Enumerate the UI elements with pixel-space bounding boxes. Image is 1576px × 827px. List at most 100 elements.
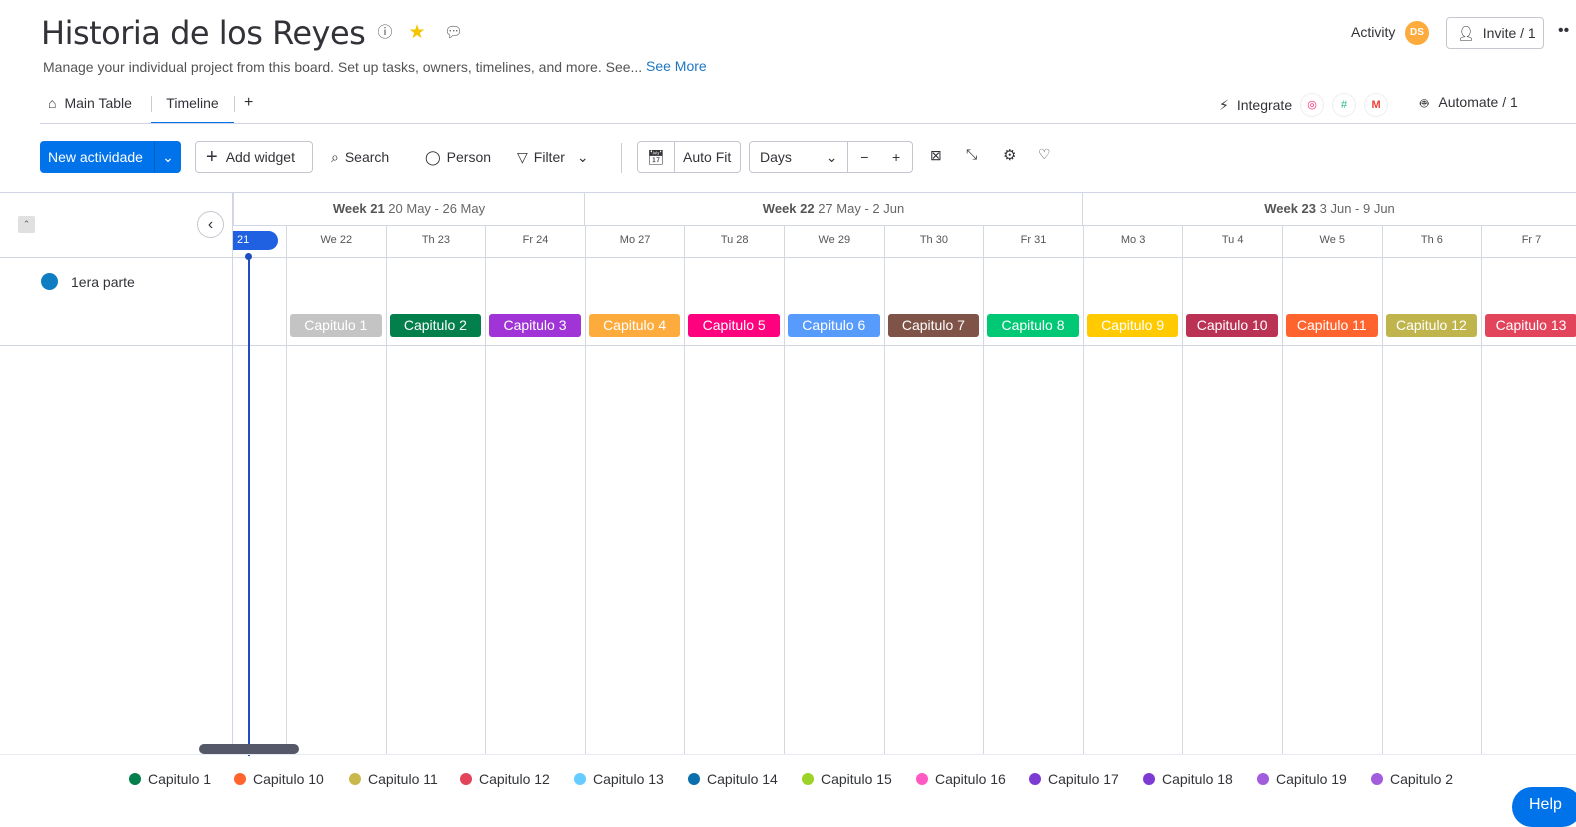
legend-dot	[574, 773, 586, 785]
zoom-out-button[interactable]: −	[848, 149, 880, 165]
day-header: Th 6	[1381, 225, 1482, 258]
robot-icon: 🤖︎	[1420, 95, 1429, 111]
collapse-groups-icon[interactable]: ⌃	[18, 216, 35, 233]
integrate-button[interactable]: ⚡︎ Integrate ◎ # M	[1219, 93, 1389, 117]
legend-label: Capitulo 15	[821, 771, 892, 787]
person-label: Person	[446, 149, 492, 165]
timeline-item[interactable]: Capitulo 13	[1485, 314, 1576, 337]
day-header: Mo 27	[584, 225, 685, 258]
legend-label: Capitulo 10	[253, 771, 324, 787]
search-label: Search	[344, 149, 390, 165]
collapse-sidebar-button[interactable]: ‹	[197, 211, 224, 238]
timeline-item[interactable]: Capitulo 12	[1385, 314, 1478, 337]
excel-export-icon[interactable]: ⊠	[930, 147, 942, 164]
board-title[interactable]: Historia de los Reyes	[41, 14, 366, 52]
more-icon[interactable]: ••	[1558, 22, 1569, 40]
day-header: We 29	[784, 225, 884, 258]
week-range: 20 May - 26 May	[388, 201, 486, 216]
legend-label: Capitulo 11	[368, 771, 438, 787]
day-header: We 5	[1282, 225, 1382, 258]
tab-main-table[interactable]: ⌂ Main Table	[48, 94, 132, 124]
collapse-icon[interactable]: ⤡	[966, 146, 977, 163]
timeline-item[interactable]: Capitulo 11	[1286, 314, 1378, 337]
gear-icon[interactable]: ⚙	[1003, 146, 1016, 164]
legend-item: Capitulo 18	[1143, 771, 1233, 787]
auto-fit-button[interactable]: 📅︎ Auto Fit	[637, 141, 741, 173]
timeline-item[interactable]: Capitulo 4	[588, 314, 681, 337]
add-view-button[interactable]: +	[244, 94, 253, 124]
timeline-item[interactable]: Capitulo 6	[788, 314, 880, 337]
zoom-control[interactable]: Days ⌄ − +	[749, 141, 913, 173]
legend-dot	[802, 773, 814, 785]
week-label: Week 23	[1264, 201, 1316, 216]
group-name[interactable]: 1era parte	[71, 274, 135, 290]
week-label: Week 21	[332, 201, 385, 216]
calendar-icon: 📅︎	[638, 142, 675, 172]
day-header: Tu 28	[684, 225, 784, 258]
legend-item: Capitulo 12	[460, 771, 550, 787]
timeline-item[interactable]: Capitulo 8	[987, 314, 1079, 337]
day-header: Th 23	[385, 225, 486, 258]
timeline-item[interactable]: Capitulo 1	[290, 314, 382, 337]
info-icon[interactable]: ⓘ	[376, 24, 394, 42]
invite-button[interactable]: 👤︎ Invite / 1	[1446, 17, 1544, 49]
home-icon: ⌂	[48, 95, 57, 111]
avatar[interactable]: DS	[1405, 21, 1429, 45]
legend-label: Capitulo 1	[148, 771, 212, 787]
add-widget-button[interactable]: + Add widget	[195, 141, 313, 173]
auto-fit-label: Auto Fit	[683, 149, 732, 165]
legend-label: Capitulo 17	[1048, 771, 1119, 787]
timeline-item[interactable]: Capitulo 3	[489, 314, 581, 337]
days-select[interactable]: Days ⌄	[750, 142, 849, 172]
star-icon[interactable]: ★	[408, 23, 426, 42]
legend-item: Capitulo 13	[574, 771, 664, 787]
legend-item: Capitulo 17	[1029, 771, 1119, 787]
tab-label: Main Table	[64, 95, 132, 111]
plus-icon: +	[206, 145, 218, 168]
week-header: Week 21 20 May - 26 May	[233, 192, 584, 225]
legend-label: Capitulo 2	[1390, 771, 1454, 787]
automate-label: Automate / 1	[1438, 94, 1518, 110]
chat-icon[interactable]: 💬︎	[444, 24, 463, 42]
legend-label: Capitulo 14	[707, 771, 778, 787]
activity-button[interactable]: Activity	[1351, 24, 1395, 40]
legend-dot	[916, 773, 928, 785]
horizontal-scrollbar[interactable]	[199, 744, 299, 754]
filter-label: Filter	[533, 149, 565, 165]
week-label: Week 22	[762, 201, 815, 216]
slack-icon: #	[1332, 93, 1357, 117]
legend-dot	[349, 773, 361, 785]
legend-label: Capitulo 18	[1162, 771, 1233, 787]
chevron-down-icon[interactable]: ⌄	[577, 149, 589, 166]
timeline-item[interactable]: Capitulo 5	[688, 314, 780, 337]
person-filter-button[interactable]: ◯ Person	[425, 147, 491, 167]
legend-item: Capitulo 11	[349, 771, 438, 787]
zoom-in-button[interactable]: +	[880, 149, 912, 165]
new-item-button[interactable]: New actividade ⌄	[40, 141, 181, 173]
timeline-item[interactable]: Capitulo 10	[1186, 314, 1278, 337]
timeline-item[interactable]: Capitulo 2	[389, 314, 482, 337]
automate-button[interactable]: 🤖︎ Automate / 1	[1420, 94, 1518, 114]
filter-button[interactable]: ▽ Filter ⌄	[517, 147, 589, 167]
week-range: 27 May - 2 Jun	[818, 201, 905, 216]
day-header: Mo 3	[1082, 225, 1183, 258]
chevron-down-icon[interactable]: ⌄	[154, 141, 181, 173]
week-range: 3 Jun - 9 Jun	[1319, 201, 1395, 216]
help-button[interactable]: Help	[1512, 787, 1576, 827]
integrate-label: Integrate	[1236, 97, 1293, 113]
legend-item: Capitulo 1	[129, 771, 211, 787]
tab-timeline[interactable]: Timeline	[151, 94, 234, 124]
legend-dot	[1029, 773, 1041, 785]
filter-icon: ▽	[517, 148, 528, 165]
legend-dot	[234, 773, 246, 785]
legend-dot	[1143, 773, 1155, 785]
see-more-link[interactable]: See More	[646, 58, 707, 74]
search-icon: ⌕	[331, 148, 339, 165]
add-person-icon: 👤︎	[1457, 24, 1475, 41]
timeline-item[interactable]: Capitulo 7	[887, 314, 980, 337]
feedback-icon[interactable]: ♡	[1038, 146, 1051, 163]
day-header: We 22	[286, 225, 386, 258]
search-button[interactable]: ⌕ Search	[331, 147, 389, 167]
activity-label: Activity	[1351, 24, 1396, 40]
timeline-item[interactable]: Capitulo 9	[1086, 314, 1179, 337]
